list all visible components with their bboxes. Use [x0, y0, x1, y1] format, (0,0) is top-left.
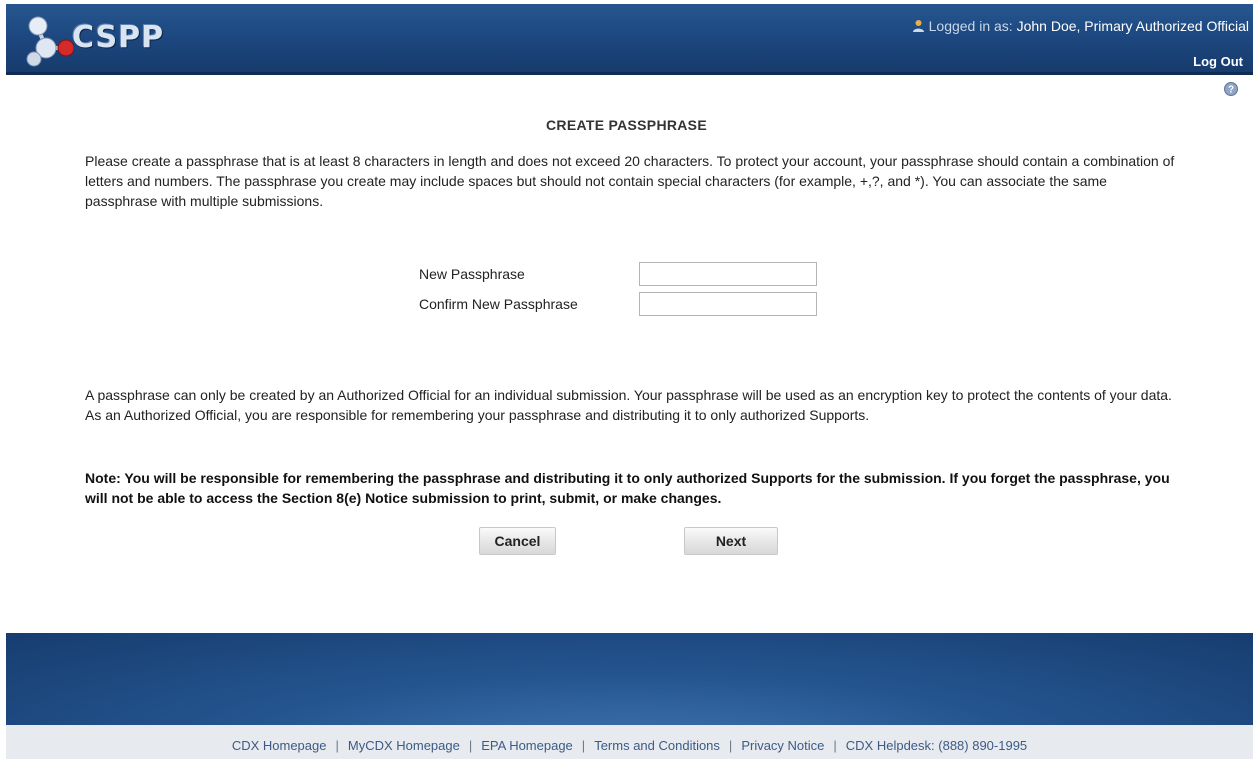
cspp-logo[interactable]: CSPP [22, 12, 212, 68]
confirm-passphrase-input[interactable] [639, 292, 817, 316]
user-icon [912, 20, 924, 32]
explanation-text: A passphrase can only be created by an A… [85, 387, 1172, 423]
molecule-logo-icon [26, 16, 74, 67]
cancel-button[interactable]: Cancel [479, 527, 556, 555]
next-button[interactable]: Next [684, 527, 778, 555]
footer-link-cdx-homepage[interactable]: CDX Homepage [232, 738, 327, 753]
new-passphrase-input[interactable] [639, 262, 817, 286]
new-passphrase-label: New Passphrase [419, 266, 525, 282]
logout-link[interactable]: Log Out [1193, 54, 1243, 69]
logo-text: CSPP [72, 20, 165, 55]
page-title: CREATE PASSPHRASE [546, 117, 707, 133]
footer-separator: | [335, 738, 339, 753]
note-text: Note: You will be responsible for rememb… [85, 470, 1170, 506]
footer-link-mycdx-homepage[interactable]: MyCDX Homepage [348, 738, 460, 753]
footer-separator: | [728, 738, 733, 753]
help-icon[interactable]: ? [1224, 82, 1238, 96]
footer-link-epa-homepage[interactable]: EPA Homepage [481, 738, 573, 753]
logged-in-info: Logged in as: John Doe, Primary Authoriz… [912, 18, 1249, 34]
footer-separator: | [468, 738, 473, 753]
footer-separator: | [833, 738, 837, 753]
footer-link-helpdesk[interactable]: CDX Helpdesk: (888) 890-1995 [846, 738, 1027, 753]
svg-text:?: ? [1228, 85, 1234, 96]
user-name: John Doe, Primary Authorized Official [1016, 18, 1249, 34]
footer-banner [6, 633, 1253, 725]
footer-link-terms[interactable]: Terms and Conditions [594, 738, 720, 753]
confirm-passphrase-label: Confirm New Passphrase [419, 296, 578, 312]
footer-link-privacy[interactable]: Privacy Notice [741, 738, 824, 753]
footer-separator: | [581, 738, 586, 753]
intro-text: Please create a passphrase that is at le… [85, 153, 1175, 209]
logged-in-prefix: Logged in as: [928, 18, 1013, 34]
app-header: CSPP Logged in as: John Doe, Primary Aut… [6, 4, 1253, 75]
footer-links: CDX Homepage | MyCDX Homepage | EPA Homepage… [6, 725, 1253, 759]
